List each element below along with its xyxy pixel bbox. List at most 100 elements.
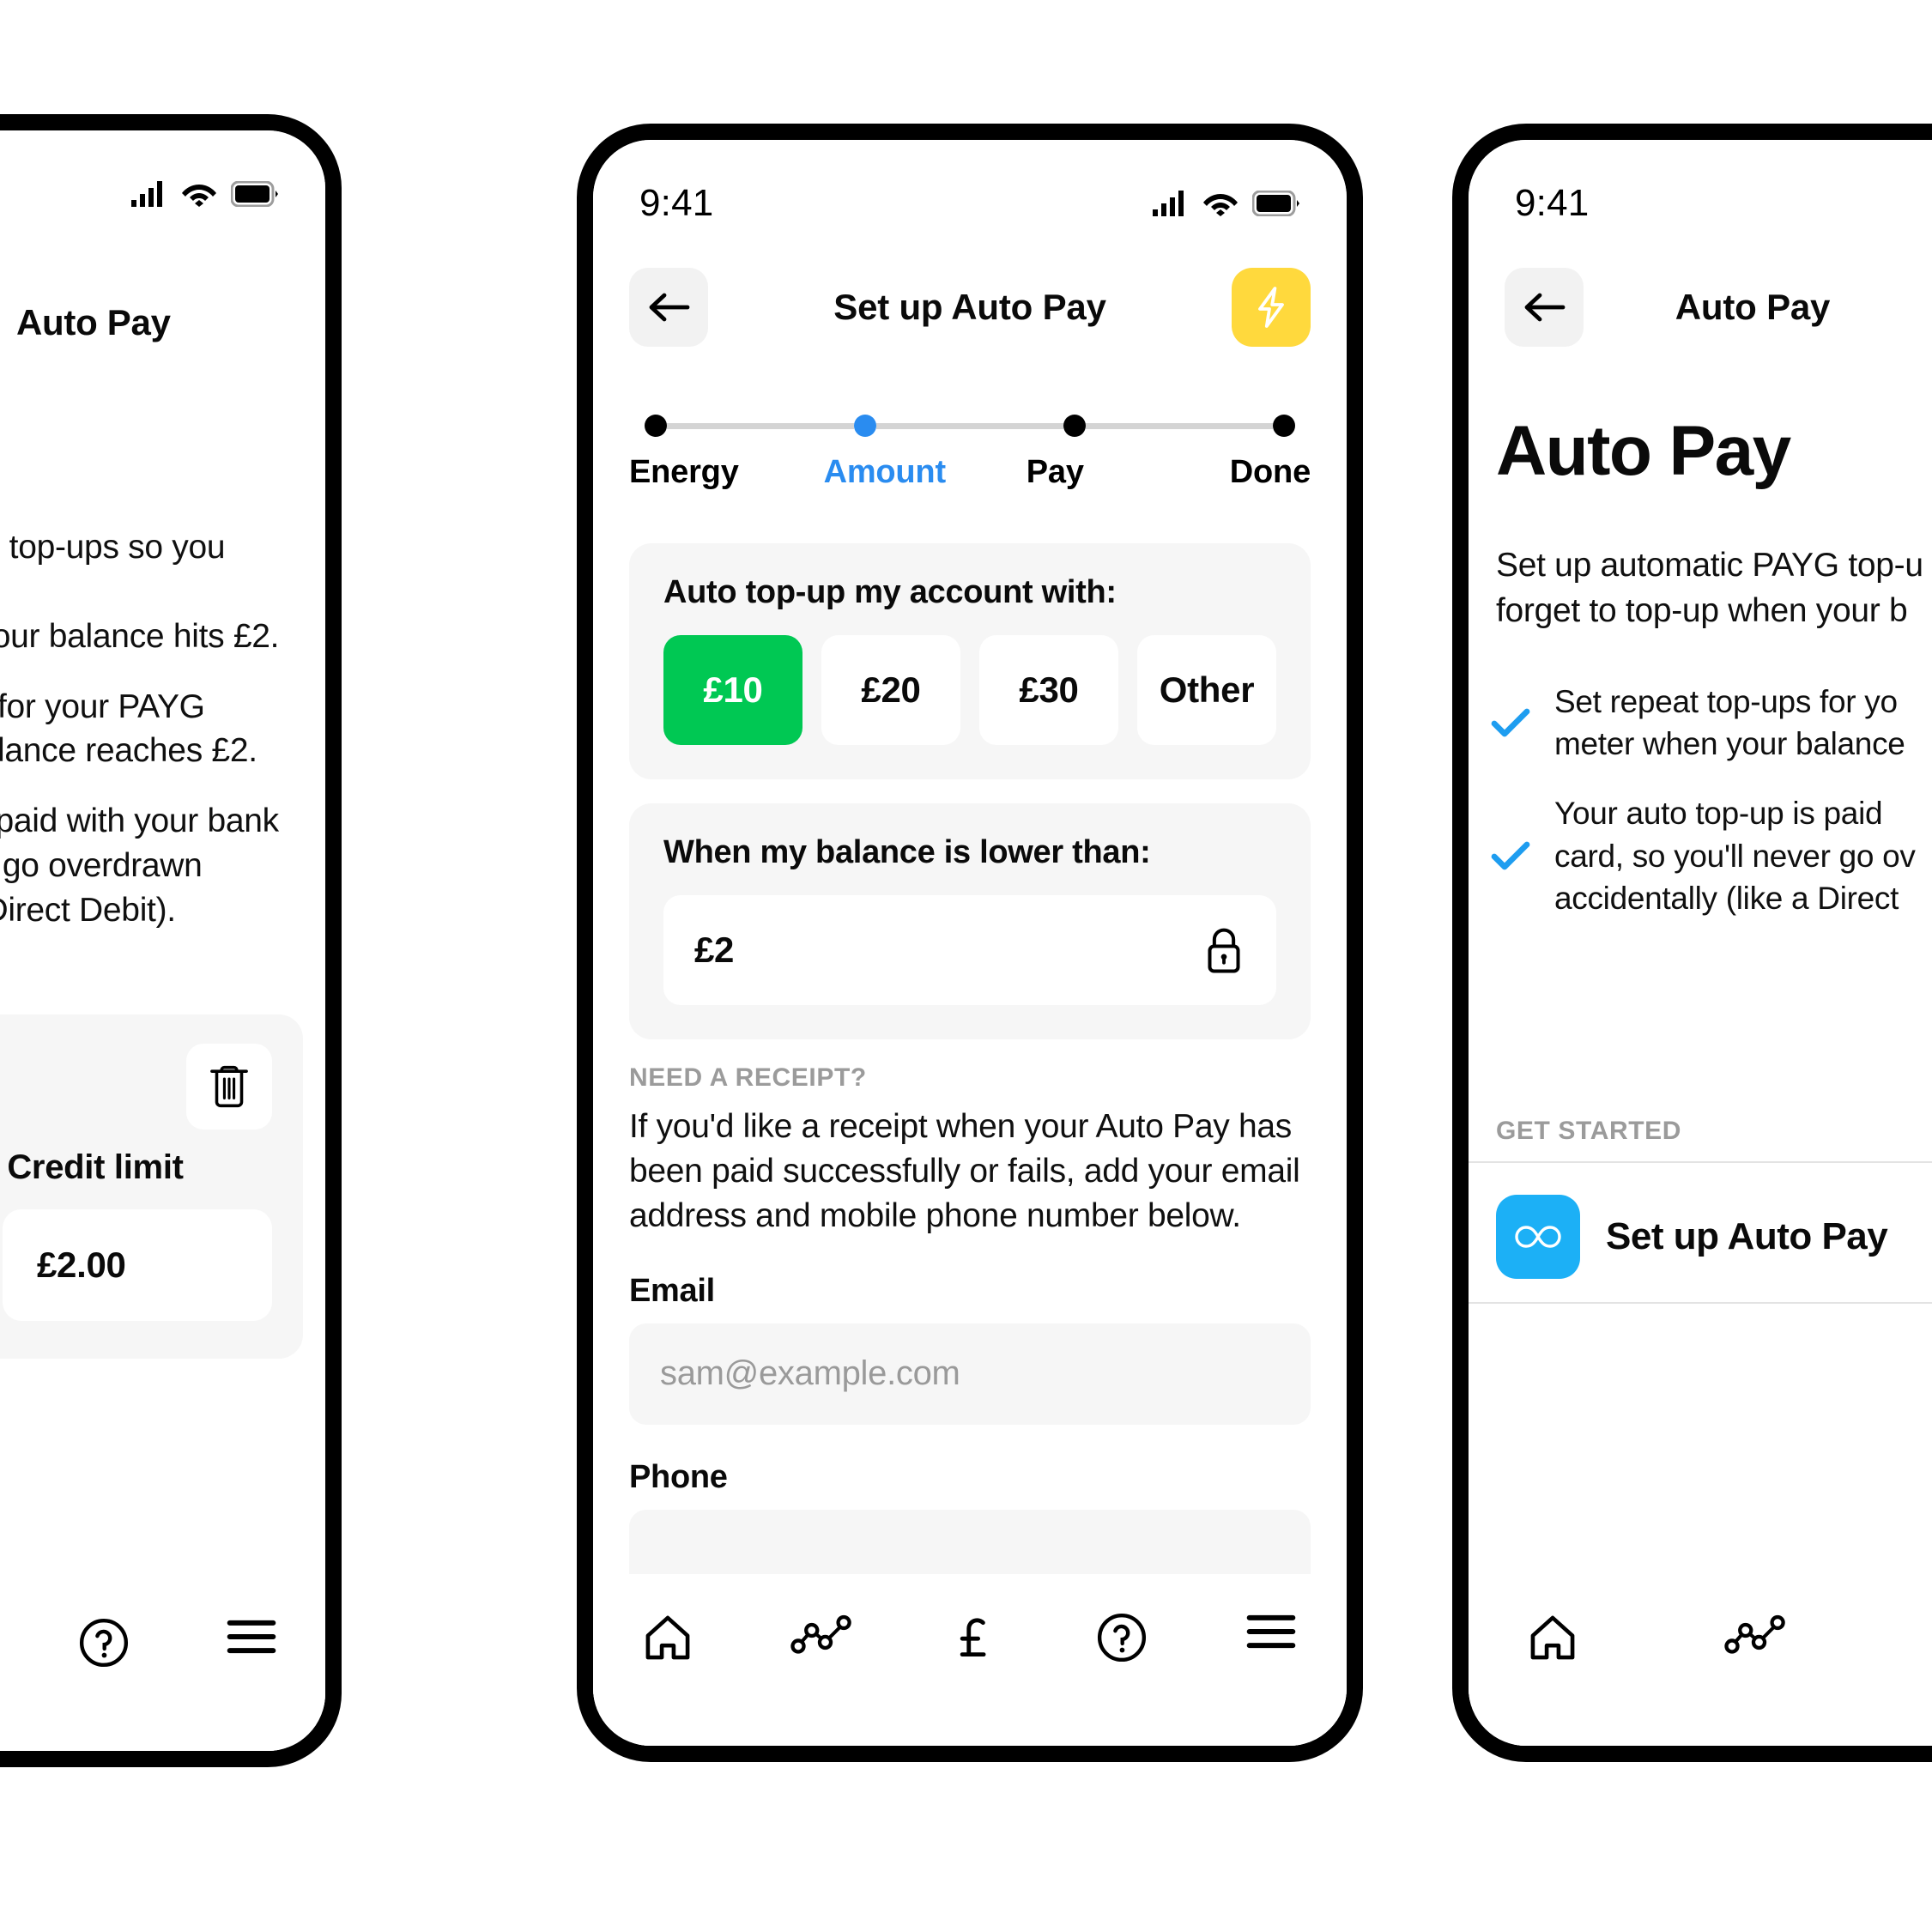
email-input[interactable]: sam@example.com [629,1323,1311,1425]
middle-status-bar: 9:41 [593,140,1347,243]
left-p3-line2: ll never go overdrawn [0,847,203,885]
step-label-pay[interactable]: Pay [970,454,1141,491]
middle-nav-bar: Set up Auto Pay [593,260,1347,354]
hamburger-menu-icon [1246,1614,1296,1649]
tab-help[interactable] [1087,1612,1156,1663]
step-label-energy[interactable]: Energy [629,454,800,491]
receipt-body: If you'd like a receipt when your Auto P… [629,1108,1300,1234]
right-benefits-list: Set repeat top-ups for yo meter when you… [1491,681,1932,947]
list-item-label: Set up Auto Pay [1606,1215,1888,1257]
middle-scroll-area[interactable]: Auto top-up my account with: £10 £20 £30… [593,543,1347,1746]
left-credit-limit-card: Credit limit £2.00 [0,1014,303,1359]
step-dot-pay[interactable] [1063,415,1086,437]
stepper-track [629,415,1311,437]
left-paragraph-1: c PAYG top-ups so you never when your ba… [0,525,306,659]
list-item-setup-auto-pay[interactable]: Set up Auto Pay [1469,1172,1932,1302]
step-dot-energy[interactable] [645,415,667,437]
right-heading: Auto Pay [1496,412,1791,490]
balance-threshold-value: £2 [694,930,735,970]
left-paragraph-2: op-ups for your PAYG your balance reache… [0,685,306,774]
right-intro: Set up automatic PAYG top-u forget to to… [1496,543,1932,633]
step-label-amount[interactable]: Amount [800,454,971,491]
phone-middle: 9:41 Set up Auto Pay Energy Amount Pay D… [577,124,1363,1762]
receipt-section: NEED A RECEIPT? If you'd like a receipt … [629,1063,1311,1611]
delete-button[interactable] [186,1044,272,1130]
line-chart-icon [1724,1614,1785,1654]
balance-threshold-field[interactable]: £2 [663,895,1276,1005]
tab-home[interactable] [633,1612,702,1663]
amount-option-30[interactable]: £30 [979,635,1118,745]
credit-limit-value-field[interactable]: £2.00 [3,1209,272,1321]
benefit-2-line-3: accidentally (like a Direct [1554,880,1899,916]
amount-option-10[interactable]: £10 [663,635,802,745]
tab-payments[interactable] [1923,1612,1932,1663]
back-button[interactable] [629,268,708,347]
amount-option-20[interactable]: £20 [821,635,960,745]
topup-amount-card: Auto top-up my account with: £10 £20 £30… [629,543,1311,779]
benefit-2-line-1: Your auto top-up is paid [1554,796,1883,832]
right-status-bar: 9:41 [1469,140,1932,243]
credit-limit-label: Credit limit [7,1148,184,1186]
benefit-text: Your auto top-up is paid card, so you'll… [1554,792,1916,919]
amount-options: £10 £20 £30 Other [663,635,1276,745]
tab-menu[interactable] [216,1617,287,1656]
infinity-icon-tile [1496,1195,1580,1279]
lightning-bolt-icon [1258,287,1284,328]
benefit-text: Set repeat top-ups for yo meter when you… [1554,681,1905,765]
boost-button[interactable] [1232,268,1311,347]
step-line-3 [1086,422,1273,429]
right-intro-line1: Set up automatic PAYG top-u [1496,547,1923,584]
home-icon [1530,1615,1575,1660]
wifi-icon [1203,194,1238,216]
tab-usage[interactable] [1716,1612,1795,1656]
status-time: 9:41 [639,182,714,224]
cellular-bars-icon [131,181,162,207]
arrow-left-icon [649,293,690,322]
tab-home[interactable] [1518,1612,1587,1663]
step-dot-amount[interactable] [854,415,876,437]
right-tab-bar [1469,1574,1932,1746]
topup-amount-title: Auto top-up my account with: [663,574,1117,610]
tab-payments[interactable] [942,1612,1007,1663]
step-line-2 [876,422,1063,429]
benefit-1-line-2: meter when your balance [1554,726,1905,762]
line-chart-icon [790,1614,852,1654]
arrow-left-icon [1524,293,1566,322]
left-p1-line1: c PAYG top-ups so you never [0,529,226,566]
step-dot-done[interactable] [1273,415,1295,437]
phone-left: Auto Pay c PAYG top-ups so you never whe… [0,114,342,1767]
left-nav-title: Auto Pay [16,302,171,342]
left-p2-line1: op-ups for your PAYG [0,687,205,725]
amount-option-other[interactable]: Other [1137,635,1276,745]
balance-threshold-card: When my balance is lower than: £2 [629,803,1311,1039]
battery-full-icon [1252,191,1299,216]
stepper-labels: Energy Amount Pay Done [629,454,1311,491]
tab-usage[interactable] [782,1612,861,1656]
benefit-item: Your auto top-up is paid card, so you'll… [1491,792,1932,919]
phone-right: 9:41 Auto Pay Auto Pay Set up automatic … [1452,124,1932,1762]
right-nav-bar: Auto Pay [1469,260,1932,354]
tab-menu[interactable] [1236,1612,1306,1651]
step-label-done[interactable]: Done [1141,454,1311,491]
page-title: Auto Pay [1675,287,1831,327]
infinity-icon [1515,1226,1561,1248]
receipt-eyebrow: NEED A RECEIPT? [629,1063,867,1092]
left-body: c PAYG top-ups so you never when your ba… [0,525,306,959]
battery-full-icon [231,181,278,207]
home-icon [645,1615,690,1660]
credit-limit-inputs: £2.00 [0,1209,272,1321]
balance-threshold-title: When my balance is lower than: [663,834,1151,870]
check-icon [1491,841,1530,870]
left-status-bar [0,130,325,233]
middle-tab-bar [593,1574,1347,1746]
back-button[interactable] [1505,268,1584,347]
tab-help[interactable] [70,1617,138,1669]
divider-top [1469,1161,1932,1163]
right-screen: 9:41 Auto Pay Auto Pay Set up automatic … [1469,140,1932,1746]
left-p3-line1: p-up is paid with your bank [0,802,279,840]
wifi-icon [182,185,216,207]
step-line-1 [667,422,854,429]
check-icon [1491,708,1530,737]
email-label: Email [629,1272,715,1309]
benefit-1-line-1: Set repeat top-ups for yo [1554,684,1898,719]
